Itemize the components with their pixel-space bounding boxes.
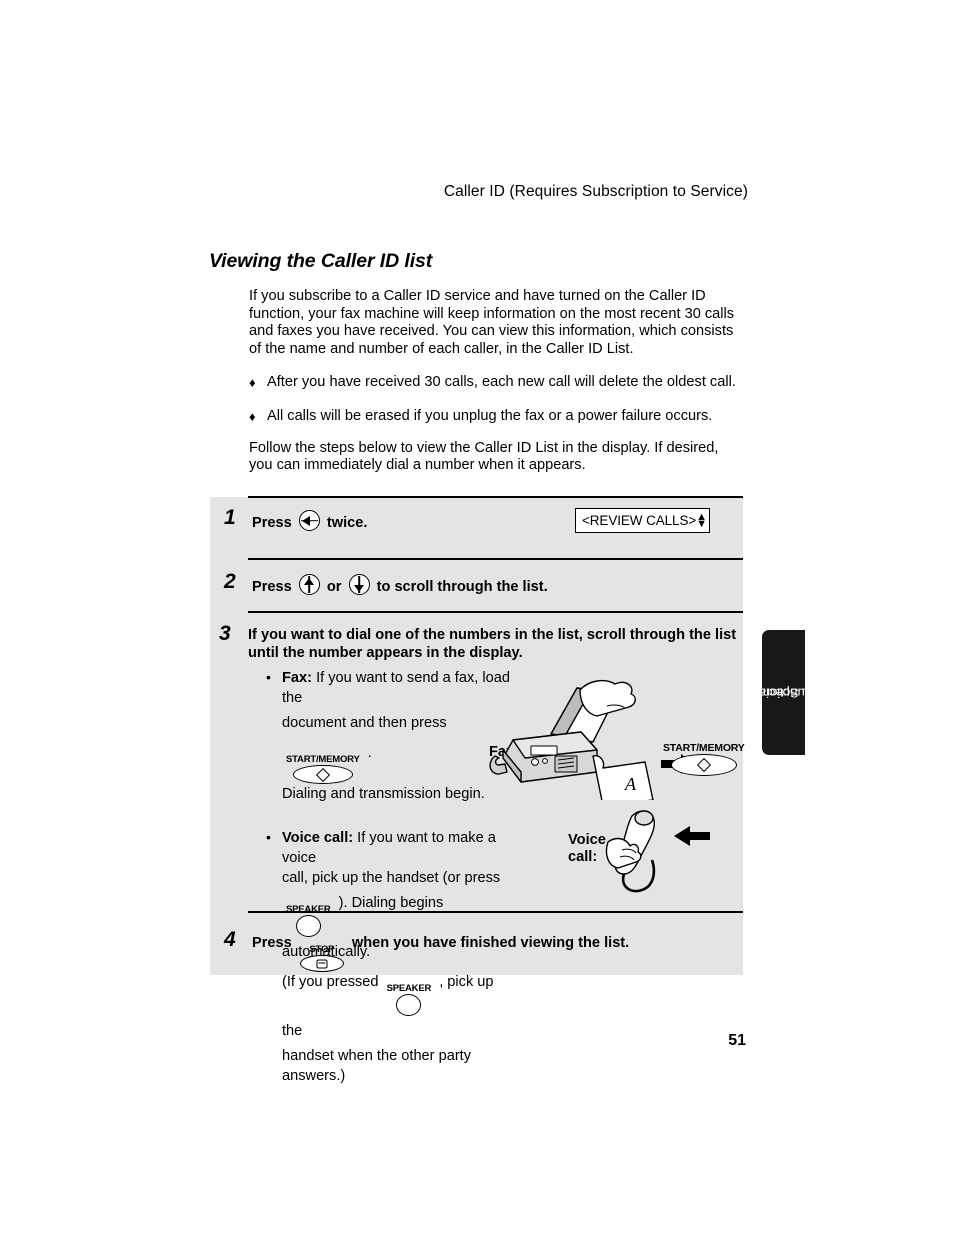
diamond-glyph-icon: [315, 767, 330, 782]
intro-bullet-1: ♦ After you have received 30 calls, each…: [249, 374, 741, 392]
start-memory-key-caption: START/MEMORY: [286, 754, 360, 765]
lcd-display: <REVIEW CALLS> ▲ ▼: [575, 508, 710, 533]
step-3-number: 3: [219, 622, 231, 645]
start-memory-caption: START/MEMORY: [663, 742, 745, 754]
voice-bullet-line-4: (If you pressed SPEAKER , pick up the: [282, 967, 516, 1046]
fax-bullet-label: Fax:: [282, 670, 313, 686]
fax-bullet-line-2-text: document and then press: [282, 715, 447, 731]
speaker-key-caption: SPEAKER: [286, 904, 331, 915]
stop-key-oval: [299, 955, 344, 972]
stop-key[interactable]: STOP: [299, 944, 344, 972]
diamond-bullet-icon: ♦: [249, 408, 256, 424]
svg-text:A: A: [624, 774, 637, 794]
fax-bullet-line-1-text: If you want to send a fax, load the: [282, 670, 510, 706]
running-head: Caller ID (Requires Subscription to Serv…: [443, 183, 748, 200]
step-2-number: 2: [224, 570, 236, 593]
arrow-down-icon: ▼: [696, 517, 708, 530]
step-2-or-label: or: [326, 579, 342, 595]
step-1-text: Press twice.: [252, 510, 367, 532]
fax-machine-illustration: A: [489, 679, 695, 800]
intro-bullet-1-text: After you have received 30 calls, each n…: [267, 374, 736, 391]
speaker-key[interactable]: SPEAKER: [386, 983, 432, 1016]
voice-bullet-line-2: call, pick up the handset (or press: [282, 870, 501, 886]
step-1-number: 1: [224, 506, 236, 529]
step-2-text: Press or to scroll through the list.: [252, 574, 548, 596]
chapter-tab: 5. Special Functions: [755, 630, 812, 755]
speaker-key[interactable]: SPEAKER: [286, 905, 331, 937]
intro-block: If you subscribe to a Caller ID service …: [249, 288, 741, 475]
lcd-display-text: <REVIEW CALLS>: [582, 513, 697, 528]
stop-key-caption: STOP: [309, 944, 335, 955]
start-memory-key[interactable]: START/MEMORY: [286, 755, 360, 784]
step-4-text: Press STOP when you have finished viewin…: [252, 934, 629, 972]
step-2-press-label: Press: [252, 579, 292, 595]
up-triangle-glyph: [304, 577, 315, 585]
diamond-glyph-icon: [696, 757, 711, 773]
down-arrow-key-icon[interactable]: [348, 574, 370, 595]
intro-paragraph-1: If you subscribe to a Caller ID service …: [249, 288, 735, 357]
diamond-bullet-icon: ♦: [249, 375, 256, 391]
lcd-scroll-arrows: ▲ ▼: [696, 511, 708, 530]
intro-paragraph-2: Follow the steps below to view the Calle…: [249, 439, 719, 474]
step-3-bullets: • Fax: If you want to send a fax, load t…: [266, 668, 516, 1086]
step-separator-2: [248, 611, 743, 613]
speaker-key-caption: SPEAKER: [386, 983, 432, 994]
step-4-press-label: Press: [252, 935, 292, 951]
chapter-tab-line-2: Functions: [755, 685, 812, 700]
step-1-after-label: twice.: [326, 515, 368, 531]
start-memory-key-oval: [292, 765, 353, 784]
intro-bullet-2: ♦ All calls will be erased if you unplug…: [249, 408, 741, 426]
start-memory-key-illustration[interactable]: START/MEMORY: [663, 742, 745, 776]
step-4-number: 4: [224, 928, 236, 951]
round-bullet-icon: •: [266, 669, 271, 685]
voice-bullet-label: Voice call:: [282, 830, 354, 846]
step-3-lead-text: If you want to dial one of the numbers i…: [248, 627, 737, 661]
start-memory-oval: [670, 754, 737, 776]
left-triangle-glyph: [302, 515, 311, 526]
page: Caller ID (Requires Subscription to Serv…: [0, 0, 954, 1235]
intro-bullet-2-text: All calls will be erased if you unplug t…: [267, 407, 713, 424]
handset-illustration: [605, 810, 710, 893]
voice-bullet-line-5: handset when the other party answers.): [282, 1048, 472, 1084]
page-title: Viewing the Caller ID list: [209, 250, 433, 272]
speaker-key-oval: [396, 994, 422, 1016]
step-2-after-label: to scroll through the list.: [376, 579, 548, 595]
step-4-after-label: when you have finished viewing the list.: [351, 935, 630, 951]
down-triangle-glyph: [354, 584, 365, 592]
fax-bullet-line-1: Fax: If you want to send a fax, load the: [282, 668, 516, 708]
fax-bullet-line-2-tail: .: [367, 745, 372, 761]
panel-top-rule: [248, 496, 743, 498]
step-separator-1: [248, 558, 743, 560]
round-bullet-icon: •: [266, 829, 271, 845]
step-1-press-label: Press: [252, 515, 292, 531]
voice-bullet-line-1: Voice call: If you want to make a voice: [282, 828, 516, 868]
fax-bullet-line-2: document and then press START/MEMORY .: [282, 708, 516, 784]
fax-bullet: • Fax: If you want to send a fax, load t…: [266, 668, 516, 804]
up-arrow-key-icon[interactable]: [298, 574, 320, 595]
stop-glyph-icon: [316, 959, 328, 968]
page-number: 51: [728, 1032, 746, 1049]
fax-bullet-line-3: Dialing and transmission begin.: [282, 786, 485, 802]
voice-bullet-line-4-head: (If you pressed: [282, 974, 379, 990]
left-arrow-key-icon[interactable]: [298, 510, 320, 531]
